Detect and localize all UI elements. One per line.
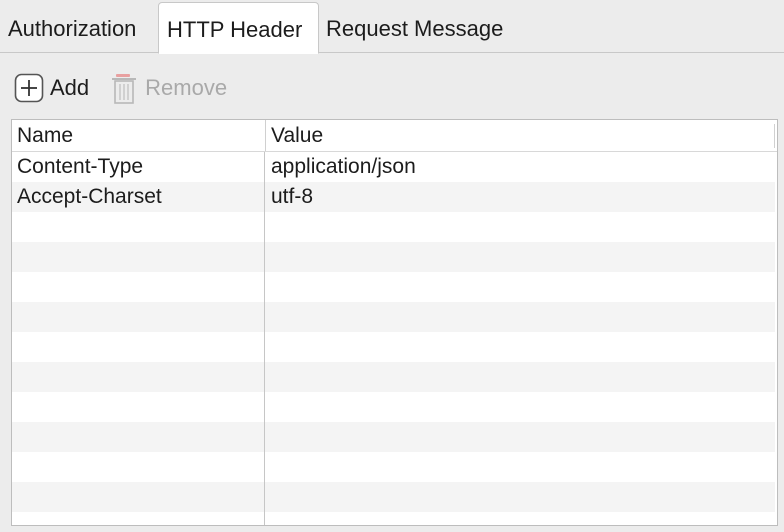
- column-header-name[interactable]: Name: [12, 120, 265, 151]
- table-row[interactable]: [12, 302, 775, 332]
- table-row[interactable]: Accept-Charset utf-8: [12, 182, 775, 212]
- table-row[interactable]: [12, 242, 775, 272]
- add-button-label: Add: [50, 75, 90, 100]
- table-row[interactable]: [12, 212, 775, 242]
- cell-value[interactable]: [266, 302, 775, 332]
- table-row[interactable]: [12, 512, 775, 525]
- remove-button[interactable]: Remove: [109, 69, 227, 107]
- table-row[interactable]: [12, 392, 775, 422]
- cell-name[interactable]: [12, 392, 265, 422]
- cell-value[interactable]: [266, 512, 775, 525]
- tab-http-header[interactable]: HTTP Header: [158, 2, 319, 54]
- tab-authorization[interactable]: Authorization: [0, 2, 156, 53]
- table-row[interactable]: [12, 482, 775, 512]
- plus-square-icon: [14, 73, 44, 103]
- table-body: Content-Type application/json Accept-Chars…: [12, 152, 775, 525]
- tab-bar: Authorization HTTP Header Request Messag…: [0, 0, 784, 54]
- cell-value[interactable]: [266, 332, 775, 362]
- cell-value[interactable]: application/json: [266, 152, 775, 182]
- cell-name[interactable]: [12, 302, 265, 332]
- column-header-value[interactable]: Value: [265, 120, 775, 151]
- cell-name[interactable]: [12, 512, 265, 525]
- table-row[interactable]: [12, 332, 775, 362]
- cell-name[interactable]: [12, 452, 265, 482]
- cell-name[interactable]: [12, 482, 265, 512]
- tab-request-message[interactable]: Request Message: [318, 2, 528, 53]
- column-header-edge: [774, 124, 775, 148]
- cell-name[interactable]: [12, 362, 265, 392]
- cell-name[interactable]: [12, 332, 265, 362]
- header-table: Name Value Content-Type application/json A…: [11, 119, 778, 526]
- cell-name[interactable]: [12, 422, 265, 452]
- cell-value[interactable]: [266, 242, 775, 272]
- table-row[interactable]: [12, 362, 775, 392]
- cell-name[interactable]: [12, 242, 265, 272]
- table-row[interactable]: Content-Type application/json: [12, 152, 775, 182]
- table-row[interactable]: [12, 272, 775, 302]
- cell-value[interactable]: [266, 422, 775, 452]
- cell-value[interactable]: [266, 392, 775, 422]
- add-button[interactable]: Add: [14, 69, 89, 107]
- cell-value[interactable]: [266, 452, 775, 482]
- cell-name[interactable]: [12, 212, 265, 242]
- cell-value[interactable]: [266, 212, 775, 242]
- cell-name[interactable]: Accept-Charset: [12, 182, 265, 212]
- cell-name[interactable]: Content-Type: [12, 152, 265, 182]
- cell-value[interactable]: [266, 272, 775, 302]
- cell-name[interactable]: [12, 272, 265, 302]
- remove-button-label: Remove: [145, 75, 228, 100]
- trash-icon: [109, 73, 139, 104]
- header-toolbar: Add Remove: [14, 68, 227, 108]
- table-row[interactable]: [12, 422, 775, 452]
- cell-value[interactable]: [266, 482, 775, 512]
- table-header: Name Value: [12, 120, 777, 152]
- table-row[interactable]: [12, 452, 775, 482]
- http-header-panel: Authorization HTTP Header Request Messag…: [0, 0, 784, 532]
- cell-value[interactable]: utf-8: [266, 182, 775, 212]
- cell-value[interactable]: [266, 362, 775, 392]
- column-divider[interactable]: [264, 152, 265, 525]
